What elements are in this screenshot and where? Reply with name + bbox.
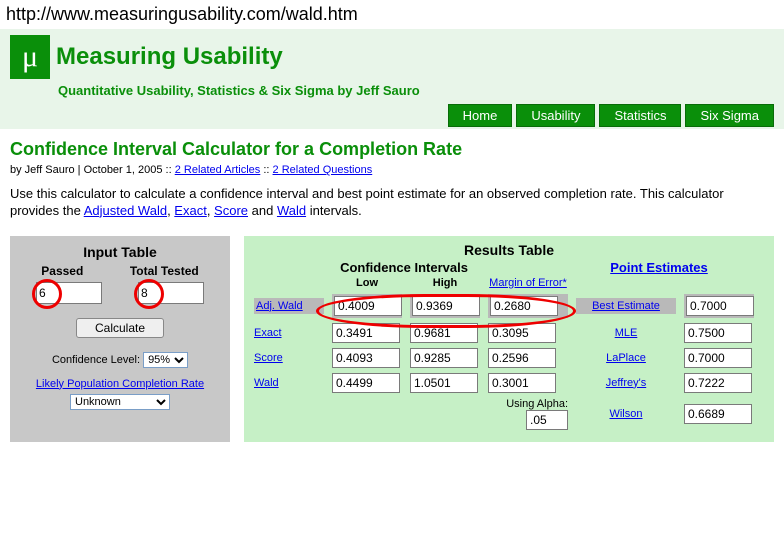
nav-statistics[interactable]: Statistics xyxy=(599,104,681,127)
exact-moe[interactable] xyxy=(488,323,556,343)
byline: by Jeff Sauro | October 1, 2005 :: 2 Rel… xyxy=(10,164,774,176)
alpha-label: Using Alpha: xyxy=(506,398,568,410)
alpha-input[interactable] xyxy=(526,410,568,430)
nav-sixsigma[interactable]: Six Sigma xyxy=(685,104,774,127)
results-grid: Low High Margin of Error* Adj. Wald Best… xyxy=(254,277,764,430)
results-panel: Results Table Confidence Intervals Point… xyxy=(244,236,774,442)
page-title: Confidence Interval Calculator for a Com… xyxy=(10,139,774,160)
lpcr-link[interactable]: Likely Population Completion Rate xyxy=(36,378,204,390)
total-label: Total Tested xyxy=(130,264,199,278)
exact-low[interactable] xyxy=(332,323,400,343)
intro-text: Use this calculator to calculate a confi… xyxy=(10,186,774,220)
score-link[interactable]: Score xyxy=(214,203,248,218)
pe-header-link[interactable]: Point Estimates xyxy=(554,260,764,275)
passed-label: Passed xyxy=(41,264,83,278)
jeffreys-link[interactable]: Jeffrey's xyxy=(576,377,676,389)
byline-sep: :: xyxy=(263,164,272,176)
lpcr-select[interactable]: Unknown xyxy=(70,394,170,410)
row-wald-link[interactable]: Wald xyxy=(254,377,324,389)
jeffreys-val[interactable] xyxy=(684,373,752,393)
logo-icon: μ xyxy=(10,35,50,79)
score-moe[interactable] xyxy=(488,348,556,368)
row-adjwald-link[interactable]: Adj. Wald xyxy=(254,298,324,314)
adjusted-wald-link[interactable]: Adjusted Wald xyxy=(84,203,167,218)
confidence-level-select[interactable]: 95% xyxy=(143,352,188,368)
wald-high[interactable] xyxy=(410,373,478,393)
input-panel: Input Table Passed Total Tested Calculat… xyxy=(10,236,230,442)
adjwald-moe[interactable] xyxy=(490,296,558,316)
input-title: Input Table xyxy=(18,244,222,260)
wald-moe[interactable] xyxy=(488,373,556,393)
confidence-level-label: Confidence Level: xyxy=(52,354,140,366)
brand-title: Measuring Usability xyxy=(56,43,283,71)
results-title: Results Table xyxy=(254,242,764,258)
col-low: Low xyxy=(332,277,402,289)
row-score-link[interactable]: Score xyxy=(254,352,324,364)
row-exact-link[interactable]: Exact xyxy=(254,327,324,339)
wilson-link[interactable]: Wilson xyxy=(576,408,676,420)
wald-link[interactable]: Wald xyxy=(277,203,306,218)
nav-bar: Home Usability Statistics Six Sigma xyxy=(10,104,774,129)
nav-home[interactable]: Home xyxy=(448,104,513,127)
col-high: High xyxy=(410,277,480,289)
wald-low[interactable] xyxy=(332,373,400,393)
laplace-link[interactable]: LaPlace xyxy=(576,352,676,364)
exact-high[interactable] xyxy=(410,323,478,343)
adjwald-low[interactable] xyxy=(334,296,402,316)
calculate-button[interactable]: Calculate xyxy=(76,318,164,338)
ci-header: Confidence Intervals xyxy=(254,260,554,275)
total-input[interactable] xyxy=(138,282,204,304)
exact-link[interactable]: Exact xyxy=(174,203,207,218)
laplace-val[interactable] xyxy=(684,348,752,368)
related-questions-link[interactable]: 2 Related Questions xyxy=(273,164,373,176)
passed-input[interactable] xyxy=(36,282,102,304)
mle-link[interactable]: MLE xyxy=(576,327,676,339)
best-estimate-val[interactable] xyxy=(686,296,754,316)
adjwald-high[interactable] xyxy=(412,296,480,316)
score-low[interactable] xyxy=(332,348,400,368)
related-articles-link[interactable]: 2 Related Articles xyxy=(175,164,261,176)
tagline: Quantitative Usability, Statistics & Six… xyxy=(58,83,774,98)
mle-val[interactable] xyxy=(684,323,752,343)
col-moe-link[interactable]: Margin of Error* xyxy=(488,277,568,289)
site-header: μ Measuring Usability Quantitative Usabi… xyxy=(0,29,784,129)
nav-usability[interactable]: Usability xyxy=(516,104,595,127)
score-high[interactable] xyxy=(410,348,478,368)
wilson-val[interactable] xyxy=(684,404,752,424)
best-estimate-link[interactable]: Best Estimate xyxy=(576,298,676,314)
byline-author: by Jeff Sauro | October 1, 2005 :: xyxy=(10,164,175,176)
page-url: http://www.measuringusability.com/wald.h… xyxy=(0,0,784,29)
